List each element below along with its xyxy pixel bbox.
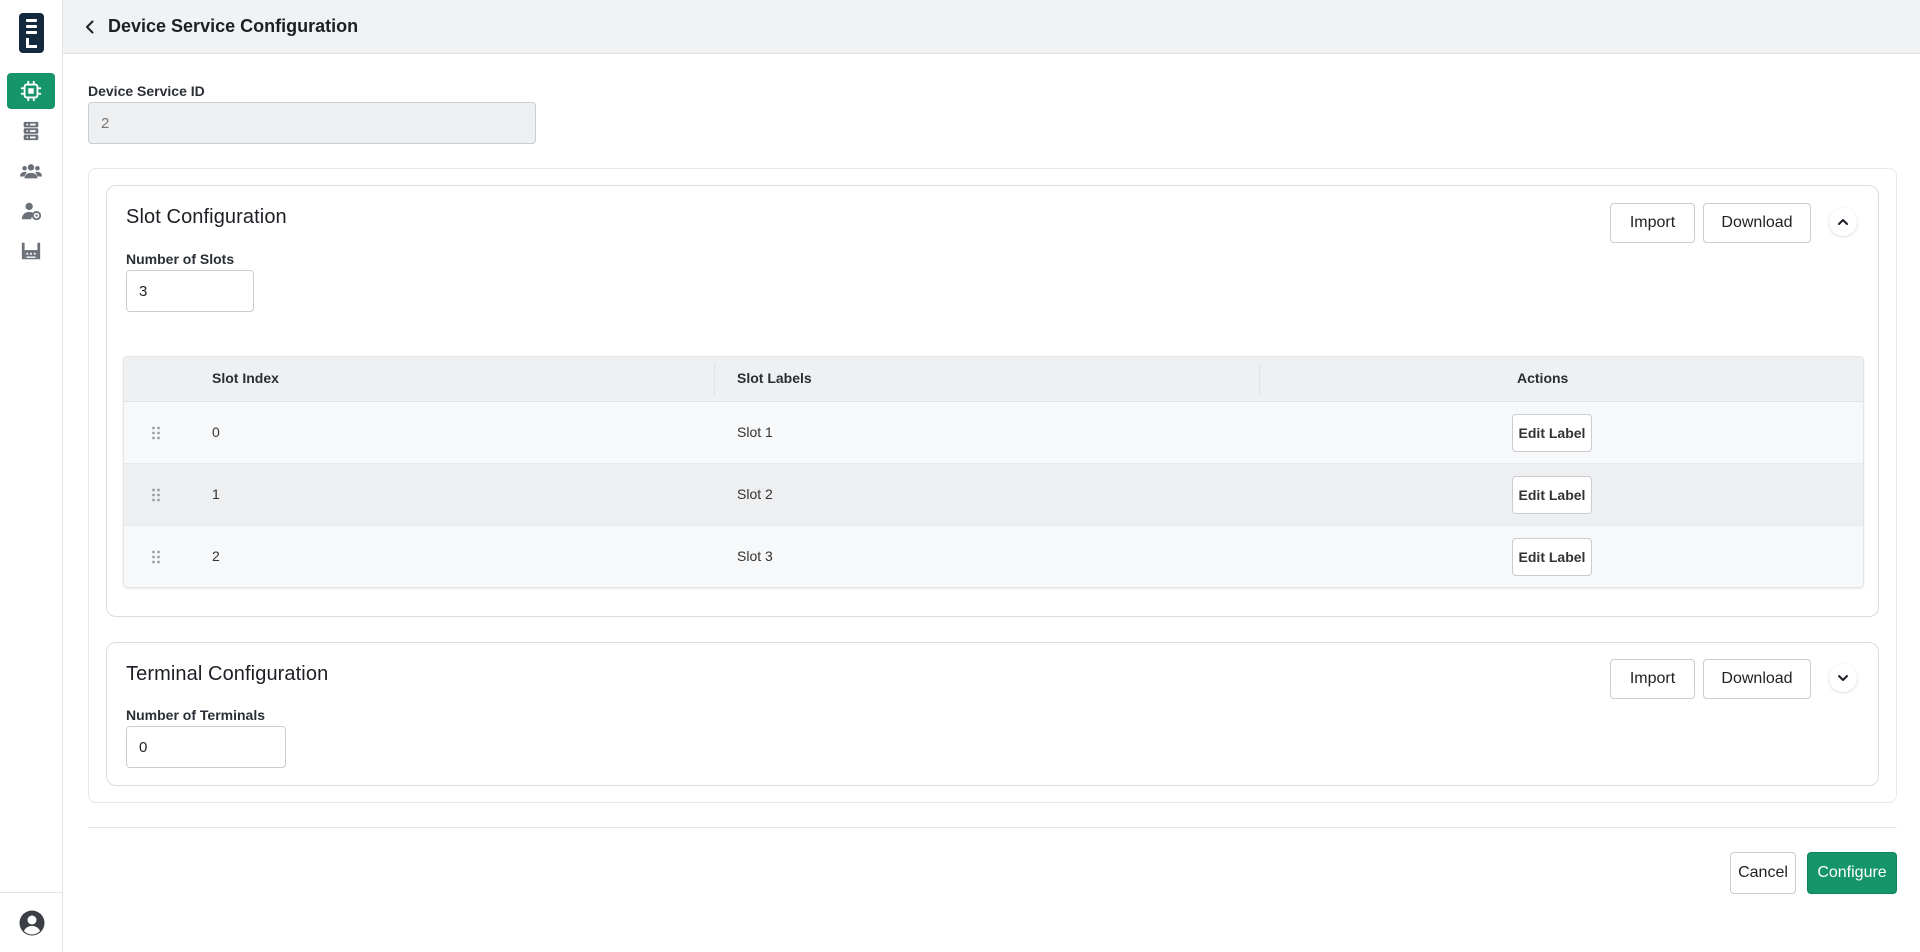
table-header: Slot Index Slot Labels Actions <box>124 357 1863 402</box>
app-logo[interactable] <box>19 13 44 53</box>
chip-icon <box>20 80 42 102</box>
sidebar <box>0 0 63 952</box>
column-divider <box>1259 363 1260 396</box>
slot-label-cell: Slot 3 <box>737 548 773 564</box>
sidebar-item-servers[interactable] <box>7 113 55 149</box>
column-header-slot-labels: Slot Labels <box>737 370 812 386</box>
number-of-terminals-label: Number of Terminals <box>126 707 265 723</box>
column-header-actions: Actions <box>1517 370 1569 386</box>
column-header-slot-index: Slot Index <box>212 370 279 386</box>
footer-divider <box>88 827 1897 828</box>
slot-table: Slot Index Slot Labels Actions 0 Slot 1 … <box>123 356 1864 588</box>
drag-handle-icon[interactable] <box>151 488 161 502</box>
chevron-left-icon <box>86 20 94 34</box>
slot-label-cell: Slot 1 <box>737 424 773 440</box>
user-admin-icon <box>21 202 42 221</box>
edit-label-button[interactable]: Edit Label <box>1512 476 1592 514</box>
number-of-terminals-input[interactable]: 0 <box>126 726 286 768</box>
number-of-slots-label: Number of Slots <box>126 251 235 267</box>
chevron-up-icon <box>1838 219 1848 225</box>
drag-handle-icon[interactable] <box>151 550 161 564</box>
device-service-id-label: Device Service ID <box>88 83 205 99</box>
slot-index-cell: 0 <box>212 424 220 440</box>
users-icon <box>20 164 42 179</box>
terminal-import-button[interactable]: Import <box>1610 659 1695 699</box>
page-header: Device Service Configuration <box>63 0 1920 54</box>
back-button[interactable] <box>79 16 101 38</box>
terminal-configuration-section: Terminal Configuration Import Download N… <box>106 642 1879 786</box>
sidebar-item-users[interactable] <box>7 153 55 189</box>
terminal-download-button[interactable]: Download <box>1703 659 1811 699</box>
table-row: 0 Slot 1 Edit Label <box>124 402 1863 464</box>
sidebar-item-factory[interactable] <box>7 233 55 269</box>
slot-import-button[interactable]: Import <box>1610 203 1695 243</box>
edit-label-button[interactable]: Edit Label <box>1512 538 1592 576</box>
number-of-slots-input[interactable]: 3 <box>126 270 254 312</box>
sidebar-item-user-admin[interactable] <box>7 193 55 229</box>
slot-collapse-button[interactable] <box>1829 208 1857 236</box>
cancel-button[interactable]: Cancel <box>1730 852 1796 894</box>
table-row: 1 Slot 2 Edit Label <box>124 464 1863 526</box>
slot-label-cell: Slot 2 <box>737 486 773 502</box>
slot-index-cell: 2 <box>212 548 220 564</box>
table-row: 2 Slot 3 Edit Label <box>124 526 1863 587</box>
slot-configuration-title: Slot Configuration <box>126 206 287 228</box>
column-divider <box>714 363 715 396</box>
slot-download-button[interactable]: Download <box>1703 203 1811 243</box>
chevron-down-icon <box>1838 675 1848 681</box>
configure-button[interactable]: Configure <box>1807 852 1897 894</box>
device-service-id-input[interactable] <box>88 102 536 144</box>
edit-label-button[interactable]: Edit Label <box>1512 414 1592 452</box>
server-icon <box>23 121 39 141</box>
terminal-configuration-title: Terminal Configuration <box>126 663 329 685</box>
terminal-expand-button[interactable] <box>1829 664 1857 692</box>
page-title: Device Service Configuration <box>108 16 359 36</box>
user-circle-icon[interactable] <box>19 910 45 936</box>
sidebar-divider <box>0 892 63 893</box>
sidebar-item-devices[interactable] <box>7 73 55 109</box>
drag-handle-icon[interactable] <box>151 426 161 440</box>
slot-configuration-section: Slot Configuration Import Download Numbe… <box>106 185 1879 617</box>
factory-icon <box>21 242 41 260</box>
slot-index-cell: 1 <box>212 486 220 502</box>
